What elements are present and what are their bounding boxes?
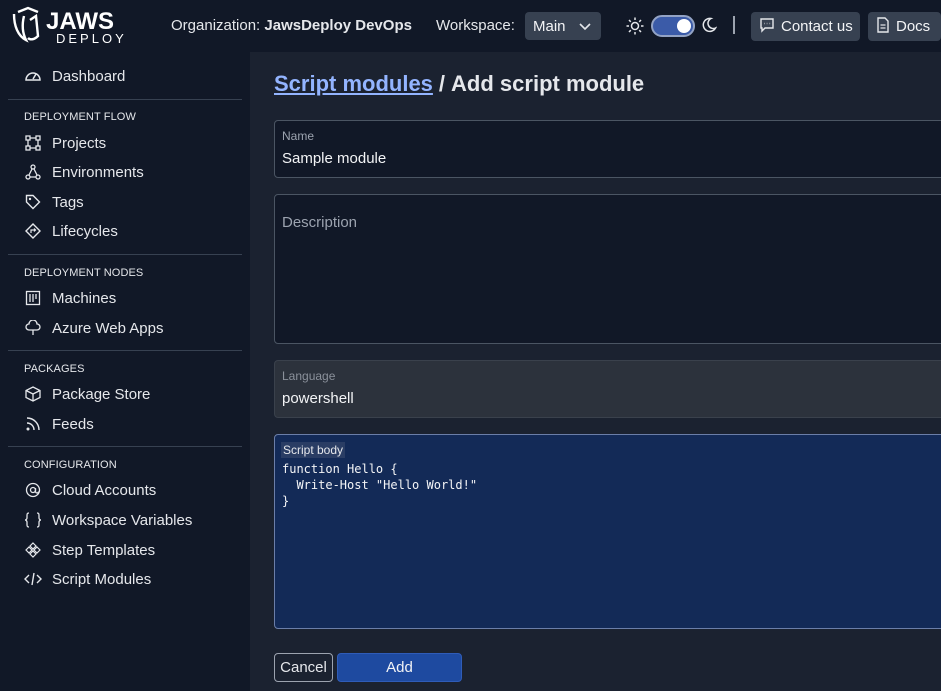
sidebar-divider [8, 446, 242, 447]
cloud-pin-icon [24, 319, 42, 337]
workspace-label: Workspace: [436, 17, 515, 34]
sidebar-divider [8, 350, 242, 351]
logo-subtext: DEPLOY [56, 31, 127, 46]
header-divider [733, 16, 735, 34]
organization-label: Organization: [171, 17, 261, 34]
sidebar-item-lifecycles[interactable]: Lifecycles [24, 220, 118, 242]
moon-icon[interactable] [701, 17, 718, 38]
language-field: Language powershell [274, 360, 941, 418]
sidebar-item-cloud-accounts[interactable]: Cloud Accounts [24, 479, 156, 501]
add-button[interactable]: Add [337, 653, 462, 682]
sidebar-item-label: Feeds [52, 415, 94, 433]
sidebar-item-tags[interactable]: Tags [24, 191, 84, 213]
sidebar-item-label: Projects [52, 134, 107, 152]
gauge-icon [24, 67, 42, 85]
main-content: Script modules / Add script module Name Sa… [250, 52, 941, 691]
sidebar-item-label: Lifecycles [52, 222, 118, 240]
sidebar-item-label: Dashboard [52, 67, 126, 85]
workspace-value: Main [533, 17, 566, 35]
language-field-value: powershell [282, 390, 354, 407]
jaws-deploy-logo[interactable]: JAWS DEPLOY [8, 6, 130, 46]
language-field-label: Language [282, 369, 336, 383]
workspace-select[interactable]: Main [525, 12, 601, 40]
sidebar-item-dashboard[interactable]: Dashboard [24, 65, 125, 87]
chevron-down-icon [578, 19, 592, 37]
sidebar-item-feeds[interactable]: Feeds [24, 413, 94, 435]
sidebar-divider [8, 99, 242, 100]
sidebar-item-package-store[interactable]: Package Store [24, 383, 150, 405]
section-packages: PACKAGES [24, 363, 85, 375]
organization-display: Organization: JawsDeploy DevOps [171, 17, 412, 34]
sidebar-item-label: Azure Web Apps [52, 319, 164, 337]
breadcrumb-link-script-modules[interactable]: Script modules [274, 71, 433, 96]
sidebar-divider [8, 254, 242, 255]
sidebar-item-machines[interactable]: Machines [24, 287, 116, 309]
organization-name: JawsDeploy DevOps [264, 17, 412, 34]
sidebar-item-projects[interactable]: Projects [24, 132, 106, 154]
environments-icon [24, 163, 42, 181]
sidebar: Dashboard DEPLOYMENT FLOW Projects Envir… [0, 52, 250, 691]
docs-button[interactable]: Docs [868, 12, 941, 41]
sidebar-item-environments[interactable]: Environments [24, 161, 144, 183]
sidebar-item-label: Script Modules [52, 570, 152, 588]
sidebar-item-label: Package Store [52, 385, 151, 403]
script-body-label: Script body [281, 442, 346, 458]
section-deployment-nodes: DEPLOYMENT NODES [24, 267, 144, 279]
rss-icon [24, 415, 42, 433]
projects-icon [24, 134, 42, 152]
machines-icon [24, 289, 42, 307]
name-field-value[interactable]: Sample module [282, 150, 386, 167]
tag-icon [24, 193, 42, 211]
section-deployment-flow: DEPLOYMENT FLOW [24, 111, 136, 123]
sidebar-item-label: Cloud Accounts [52, 481, 157, 499]
sidebar-item-label: Machines [52, 289, 117, 307]
script-body-editor[interactable]: Script body function Hello { Write-Host … [274, 434, 941, 629]
at-sign-icon [24, 481, 42, 499]
lifecycle-icon [24, 222, 42, 240]
breadcrumb: Script modules / Add script module [274, 71, 644, 97]
sidebar-item-workspace-variables[interactable]: Workspace Variables [24, 509, 192, 531]
package-icon [24, 385, 42, 403]
contact-us-button[interactable]: Contact us [751, 12, 860, 41]
sun-icon[interactable] [626, 17, 644, 40]
sidebar-item-label: Tags [52, 193, 84, 211]
chat-icon [759, 17, 775, 37]
contact-us-label: Contact us [781, 18, 853, 35]
cancel-button[interactable]: Cancel [274, 653, 333, 682]
sidebar-item-label: Workspace Variables [52, 511, 193, 529]
description-field[interactable]: Description [274, 194, 941, 344]
sidebar-item-script-modules[interactable]: Script Modules [24, 568, 151, 590]
document-icon [876, 16, 890, 37]
name-field-label: Name [282, 129, 315, 143]
sidebar-item-step-templates[interactable]: Step Templates [24, 539, 155, 561]
breadcrumb-separator: / [438, 71, 446, 96]
braces-icon [24, 511, 42, 529]
sidebar-item-label: Environments [52, 163, 144, 181]
toggle-knob [677, 19, 691, 33]
docs-label: Docs [896, 18, 931, 35]
step-templates-icon [24, 541, 42, 559]
page-title: Add script module [451, 71, 645, 96]
description-placeholder: Description [282, 214, 358, 231]
sidebar-item-azure-web-apps[interactable]: Azure Web Apps [24, 317, 163, 339]
theme-toggle[interactable] [651, 15, 695, 37]
name-field[interactable]: Name Sample module [274, 120, 941, 178]
script-body-code[interactable]: function Hello { Write-Host "Hello World… [282, 461, 477, 509]
top-bar: JAWS DEPLOY Organization: JawsDeploy Dev… [0, 0, 941, 52]
code-icon [24, 570, 42, 588]
section-configuration: CONFIGURATION [24, 459, 117, 471]
sidebar-item-label: Step Templates [52, 541, 156, 559]
